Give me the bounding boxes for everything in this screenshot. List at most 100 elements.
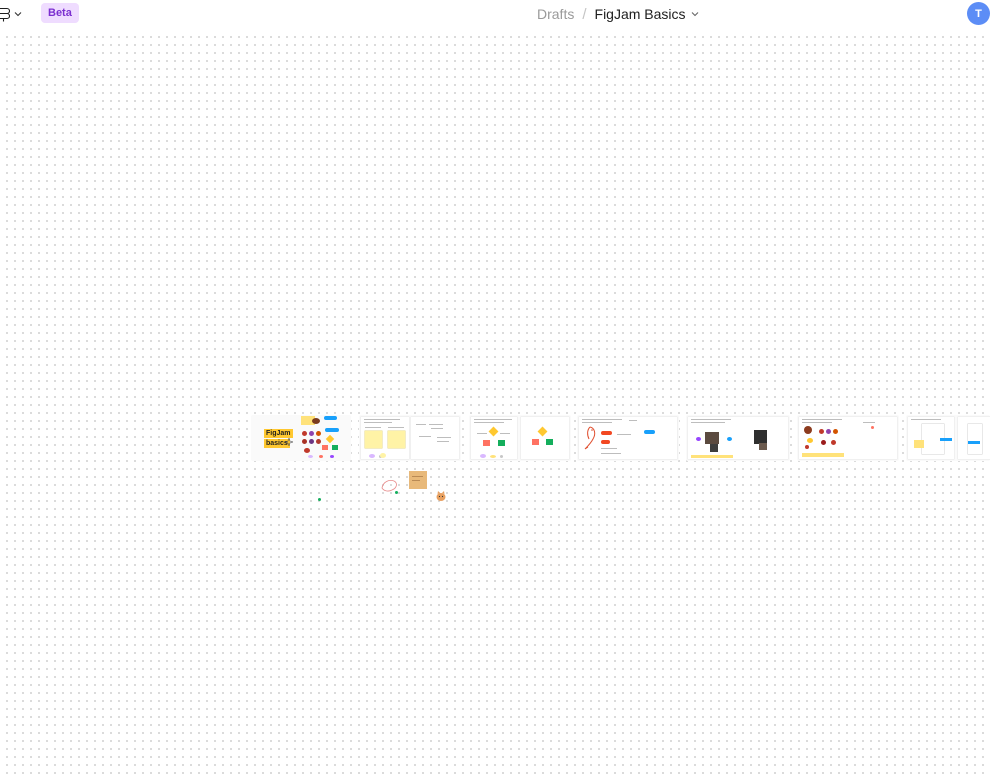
text-line	[863, 422, 875, 423]
top-bar: Beta Drafts / FigJam Basics T	[0, 0, 990, 30]
board-section-images[interactable]	[686, 415, 790, 461]
photo-thumbnail	[705, 432, 719, 444]
sticker	[302, 439, 307, 444]
cat-sticker-icon[interactable]	[435, 489, 447, 501]
shape-green	[498, 440, 505, 446]
sticker	[826, 429, 831, 434]
sticker	[831, 440, 836, 445]
widget-card	[968, 424, 982, 454]
sticker	[304, 448, 310, 453]
breadcrumb-drafts-link[interactable]: Drafts	[537, 6, 574, 22]
chevron-down-icon	[14, 11, 22, 17]
text-line	[500, 433, 510, 434]
file-name-button[interactable]: FigJam Basics	[595, 6, 686, 22]
breadcrumb-separator: /	[582, 5, 587, 23]
shape-blue	[968, 441, 980, 444]
main-menu-button[interactable]	[0, 4, 22, 24]
shape-purple	[369, 454, 375, 458]
sticker	[316, 439, 321, 444]
text-line	[419, 436, 431, 437]
board-section-drawing[interactable]	[577, 415, 679, 461]
photo-thumbnail	[754, 430, 767, 444]
sticker	[380, 453, 386, 458]
text-line	[412, 480, 420, 481]
chevron-down-icon[interactable]	[691, 11, 699, 17]
shape-purple	[308, 455, 313, 458]
board-section-title[interactable]: FigJam basics	[251, 415, 351, 461]
sticker	[490, 455, 496, 458]
text-line	[477, 433, 487, 434]
text-line	[691, 422, 725, 423]
sticky-note	[914, 440, 924, 448]
board-canvas[interactable]	[0, 30, 990, 774]
text-line	[429, 424, 443, 425]
sticker	[500, 455, 503, 458]
text-line	[802, 422, 832, 423]
sticker	[395, 491, 398, 494]
shape-diamond	[325, 434, 335, 444]
sticker	[312, 418, 320, 424]
sticker	[807, 438, 813, 443]
sticky-note	[691, 455, 733, 458]
board-section-stickers[interactable]	[797, 415, 899, 461]
text-line	[691, 419, 731, 420]
shape-purple	[480, 454, 486, 458]
board-section-widgets[interactable]	[906, 415, 990, 461]
shape-red	[322, 445, 328, 450]
photo-thumbnail	[710, 444, 718, 452]
text-line	[601, 448, 617, 449]
board-section-stickies[interactable]	[359, 415, 461, 461]
section-card	[688, 417, 788, 459]
text-line	[437, 441, 449, 442]
text-line	[437, 437, 451, 438]
sticker	[804, 426, 812, 434]
scribble-drawing-icon[interactable]	[380, 477, 402, 494]
user-avatar[interactable]: T	[967, 2, 990, 25]
sticker	[319, 455, 323, 458]
shape-green	[546, 439, 553, 445]
sticker	[316, 431, 321, 436]
bird-drawing-icon	[582, 425, 598, 451]
text-line	[629, 420, 637, 421]
sticker	[309, 439, 314, 444]
section-card	[521, 417, 569, 459]
cursor-dot	[318, 498, 321, 501]
shape-red	[601, 431, 612, 435]
shape-blue	[940, 438, 952, 441]
sticky-note	[388, 431, 405, 448]
text-line	[474, 422, 504, 423]
breadcrumb: Drafts / FigJam Basics	[537, 4, 699, 24]
text-line	[364, 419, 400, 420]
text-line	[802, 419, 842, 420]
beta-badge: Beta	[41, 3, 79, 23]
shape-red	[601, 440, 610, 444]
shape-red	[483, 440, 490, 446]
sticky-note	[802, 453, 844, 457]
sticker	[309, 431, 314, 436]
board-section-shapes[interactable]	[469, 415, 571, 461]
text-line	[601, 453, 621, 454]
shape-blue	[325, 428, 339, 432]
sticker	[819, 429, 824, 434]
sticker	[871, 426, 874, 429]
photo-thumbnail	[759, 443, 767, 450]
text-line	[582, 422, 612, 423]
text-line	[416, 424, 426, 425]
text-line	[388, 427, 404, 428]
shape-blue	[324, 416, 337, 420]
sticker	[302, 431, 307, 436]
shape-red	[532, 439, 539, 445]
figma-logo-icon	[0, 6, 10, 22]
text-line	[364, 422, 392, 423]
section-card	[471, 417, 517, 459]
sticker	[833, 429, 838, 434]
sticky-note	[365, 431, 382, 448]
text-line	[431, 428, 443, 429]
sticker	[330, 455, 334, 458]
text-line	[412, 476, 423, 477]
sticker	[805, 445, 809, 449]
text-line	[474, 419, 512, 420]
sticker	[696, 437, 701, 441]
photo-thumbnail[interactable]	[409, 471, 427, 489]
shape-blue	[644, 430, 655, 434]
